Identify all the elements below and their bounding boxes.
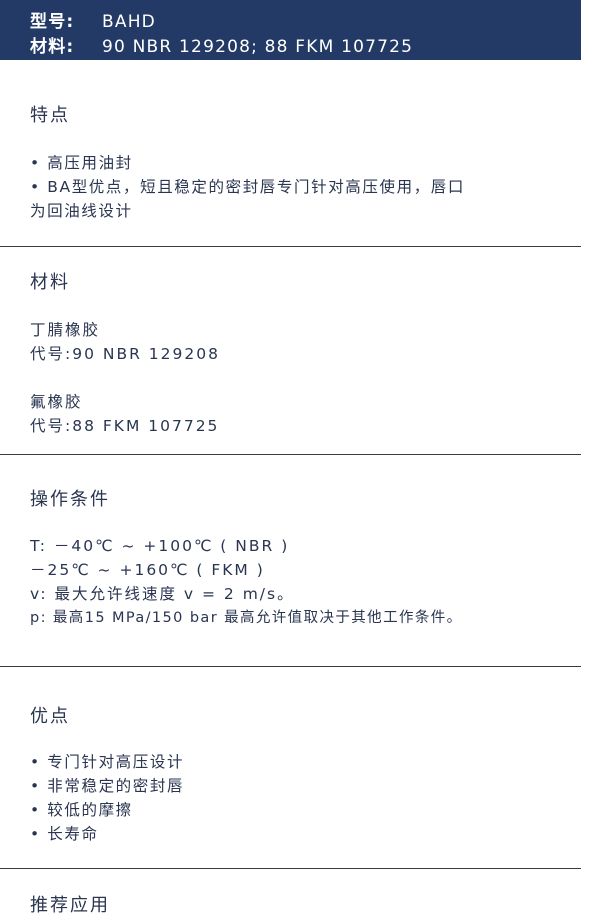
section-divider (0, 868, 581, 869)
material-code: 代号:88 FKM 107725 (30, 417, 220, 435)
section-divider (0, 246, 581, 247)
feature-item: • 高压用油封 (30, 154, 133, 172)
material-name: 氟橡胶 (30, 393, 83, 411)
material-row: 材料: 90 NBR 129208; 88 FKM 107725 (30, 32, 413, 57)
feature-item: • BA型优点，短且稳定的密封唇专门针对高压使用，唇口 (30, 178, 466, 196)
model-label: 型号: (30, 12, 75, 32)
advantage-item: • 较低的摩擦 (30, 801, 133, 819)
model-row: 型号: BAHD (30, 7, 156, 32)
material-label: 材料: (30, 37, 75, 57)
section-divider (0, 666, 581, 667)
feature-item-continued: 为回油线设计 (30, 202, 133, 220)
material-name: 丁腈橡胶 (30, 321, 101, 339)
speed-line: v: 最大允许线速度 v = 2 m/s。 (30, 585, 295, 603)
applications-title: 推荐应用 (30, 895, 110, 916)
material-value: 90 NBR 129208; 88 FKM 107725 (102, 37, 414, 57)
temperature-line: －25℃ ~ +160℃ ( FKM ) (30, 561, 265, 579)
model-value: BAHD (102, 12, 156, 32)
materials-title: 材料 (30, 272, 70, 293)
advantages-title: 优点 (30, 706, 70, 727)
advantage-item: • 专门针对高压设计 (30, 753, 185, 771)
advantage-item: • 长寿命 (30, 825, 99, 843)
material-code: 代号:90 NBR 129208 (30, 345, 220, 363)
temperature-line: T: －40℃ ~ +100℃ ( NBR ) (30, 537, 290, 555)
advantage-item: • 非常稳定的密封唇 (30, 777, 185, 795)
section-divider (0, 454, 581, 455)
features-title: 特点 (30, 105, 70, 126)
spec-header: 型号: BAHD 材料: 90 NBR 129208; 88 FKM 107725 (0, 0, 581, 60)
pressure-line: p: 最高15 MPa/150 bar 最高允许值取决于其他工作条件。 (30, 610, 463, 626)
conditions-title: 操作条件 (30, 489, 110, 510)
